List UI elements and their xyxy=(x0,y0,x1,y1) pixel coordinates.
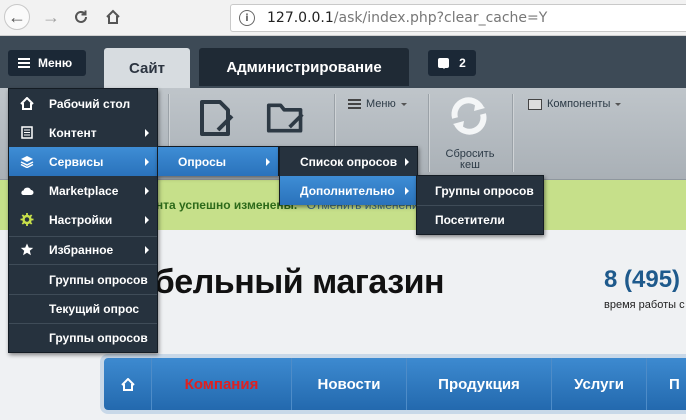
cloud-icon xyxy=(21,187,34,195)
toolbar-divider xyxy=(428,94,429,172)
toolbar-divider xyxy=(512,94,513,172)
site-title: Мебельный магазин xyxy=(108,263,445,301)
notifications-button[interactable]: 2 xyxy=(428,50,476,76)
toolbar-menu-label: Меню xyxy=(366,98,396,110)
url-host: 127.0.0.1 xyxy=(267,10,334,26)
additional-submenu: Группы опросов Посетители xyxy=(416,175,544,235)
nav-item-products[interactable]: Продукция xyxy=(407,358,552,410)
layers-icon xyxy=(20,156,34,168)
notification-icon xyxy=(438,58,450,69)
menu-item-label: Рабочий стол xyxy=(49,96,131,111)
notification-count: 2 xyxy=(459,56,466,70)
polls-submenu: Список опросов Дополнительно xyxy=(279,146,418,205)
nav-item-company[interactable]: Компания xyxy=(152,358,292,410)
menu-item-label: Marketplace xyxy=(49,183,119,198)
favorite-item-label: Группы опросов xyxy=(49,272,148,287)
menu-item-marketplace[interactable]: Marketplace xyxy=(9,176,157,205)
url-path: /ask/index.php?clear_cache=Y xyxy=(333,10,548,26)
services-submenu: Опросы xyxy=(157,146,279,176)
menu-item-label: Сервисы xyxy=(49,154,104,169)
caret-down-icon xyxy=(400,102,407,109)
submenu-arrow-icon xyxy=(145,187,149,195)
reset-cache-label-2: кеш xyxy=(460,159,480,171)
submenu-item-label: Опросы xyxy=(178,154,227,169)
favorite-item[interactable]: Текущий опрос xyxy=(9,294,157,323)
submenu-item-label: Дополнительно xyxy=(300,183,395,198)
tab-administration[interactable]: Администрирование xyxy=(199,48,409,86)
submenu-arrow-icon xyxy=(145,246,149,254)
submenu-item-visitors[interactable]: Посетители xyxy=(417,205,543,234)
reset-cache-button[interactable]: Сбросить кеш xyxy=(442,149,498,171)
home-icon[interactable] xyxy=(100,4,126,30)
submenu-arrow-icon xyxy=(266,158,270,166)
components-label: Компоненты xyxy=(547,98,611,110)
window-icon xyxy=(528,98,542,110)
tab-site[interactable]: Сайт xyxy=(104,48,190,88)
menu-item-favorites[interactable]: Избранное xyxy=(9,235,157,264)
gear-icon xyxy=(20,213,34,226)
submenu-arrow-icon xyxy=(145,216,149,224)
admin-panel: Меню Сайт Администрирование 2 xyxy=(0,36,686,88)
menu-item-settings[interactable]: Настройки xyxy=(9,205,157,234)
favorite-item-label: Текущий опрос xyxy=(49,301,140,316)
refresh-icon[interactable] xyxy=(447,96,491,136)
nav-item-news[interactable]: Новости xyxy=(292,358,407,410)
menu-item-services[interactable]: Сервисы xyxy=(9,147,157,176)
info-icon[interactable]: i xyxy=(239,10,255,26)
reload-icon[interactable] xyxy=(68,4,94,30)
favorite-item-label: Группы опросов xyxy=(49,330,148,345)
submenu-item-polls[interactable]: Опросы xyxy=(158,147,278,176)
submenu-item-poll-groups[interactable]: Группы опросов xyxy=(417,176,543,205)
favorite-item[interactable]: Группы опросов xyxy=(9,265,157,294)
star-icon xyxy=(20,243,34,256)
submenu-arrow-icon xyxy=(145,129,149,137)
menu-item-label: Настройки xyxy=(49,212,113,227)
submenu-arrow-icon xyxy=(405,158,409,166)
document-icon xyxy=(21,126,33,139)
nav-item-services[interactable]: Услуги xyxy=(552,358,647,410)
submenu-item-label: Группы опросов xyxy=(435,183,534,198)
menu-item-label: Контент xyxy=(49,125,97,140)
list-icon xyxy=(348,99,361,109)
edit-folder-icon[interactable] xyxy=(266,98,306,138)
home-icon xyxy=(20,97,34,110)
menu-item-label: Избранное xyxy=(49,242,114,257)
nav-home-icon[interactable] xyxy=(104,358,152,410)
menu-item-content[interactable]: Контент xyxy=(9,118,157,147)
submenu-item-label: Список опросов xyxy=(300,154,398,169)
caret-down-icon xyxy=(615,102,622,109)
submenu-arrow-icon xyxy=(405,187,409,195)
nav-item-more[interactable]: П xyxy=(647,358,686,410)
submenu-item-label: Посетители xyxy=(435,212,505,227)
browser-toolbar: ← → i 127.0.0.1/ask/index.php?clear_cach… xyxy=(0,0,686,36)
main-menu-button[interactable]: Меню xyxy=(8,50,86,76)
menu-item-desktop[interactable]: Рабочий стол xyxy=(9,89,157,118)
forward-icon[interactable]: → xyxy=(38,4,64,30)
back-icon[interactable]: ← xyxy=(4,4,30,30)
favorite-item[interactable]: Группы опросов xyxy=(9,323,157,352)
components-button[interactable]: Компоненты xyxy=(528,98,622,110)
submenu-item-polls-list[interactable]: Список опросов xyxy=(280,147,417,176)
working-hours: время работы с xyxy=(604,299,685,311)
main-menu-label: Меню xyxy=(38,56,73,70)
hamburger-icon xyxy=(18,58,30,68)
submenu-arrow-icon xyxy=(145,158,149,166)
url-bar[interactable]: i 127.0.0.1/ask/index.php?clear_cache=Y xyxy=(230,4,686,32)
main-menu-dropdown: Рабочий стол Контент Сервисы Marketplace… xyxy=(8,88,158,353)
toolbar-menu-button[interactable]: Меню xyxy=(348,98,407,110)
edit-page-icon[interactable] xyxy=(196,98,236,138)
site-main-nav: Компания Новости Продукция Услуги П xyxy=(104,358,686,410)
submenu-item-additional[interactable]: Дополнительно xyxy=(280,176,417,205)
phone-number: 8 (495) xyxy=(604,266,681,293)
